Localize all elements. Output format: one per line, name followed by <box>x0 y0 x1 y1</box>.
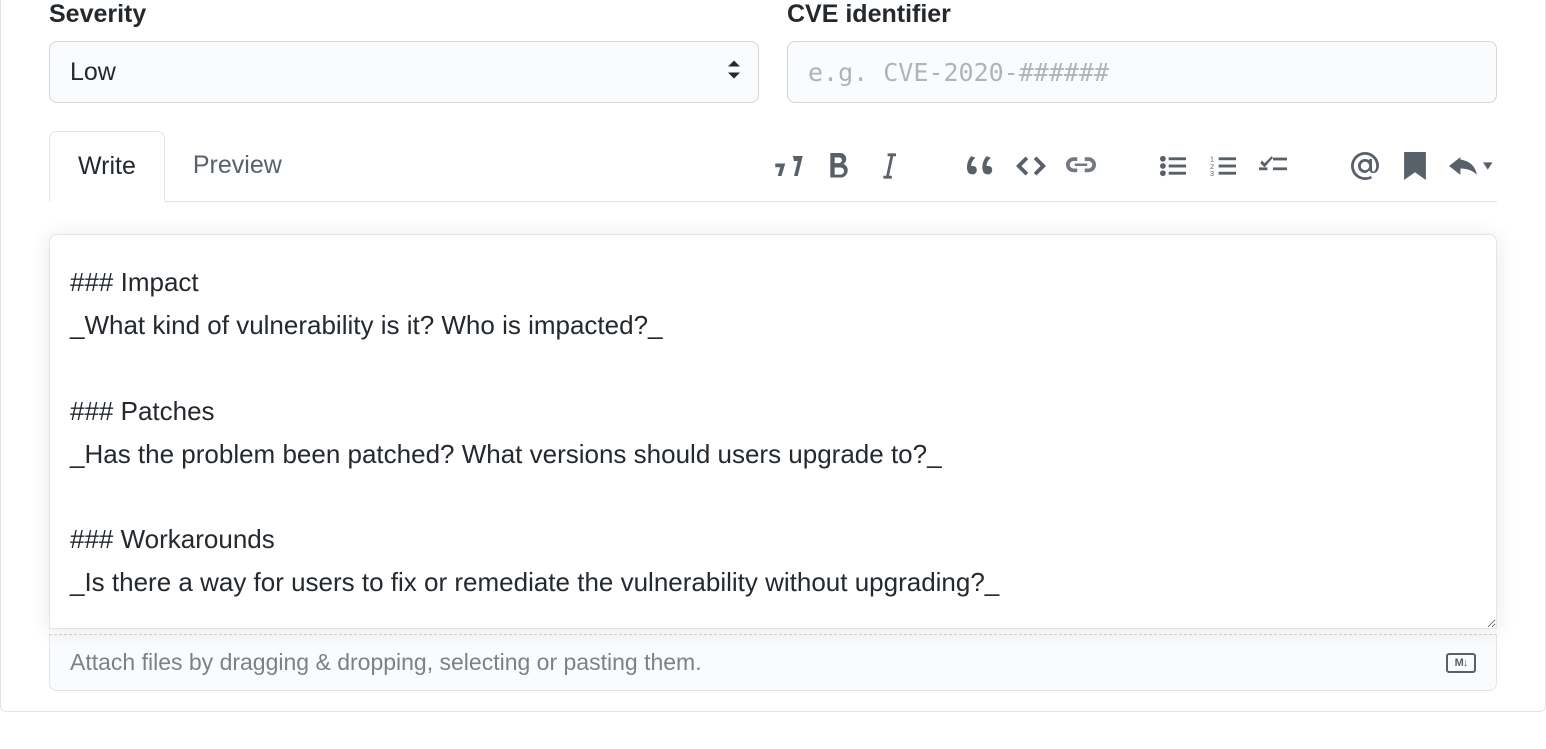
tasklist-icon <box>1259 155 1287 177</box>
editor-body: Attach files by dragging & dropping, sel… <box>49 202 1497 691</box>
editor-container: Write Preview <box>49 131 1497 691</box>
heading-button[interactable] <box>773 150 805 182</box>
editor-tabs-bar: Write Preview <box>49 131 1497 202</box>
reply-button[interactable] <box>1449 150 1493 182</box>
tab-write[interactable]: Write <box>49 131 165 202</box>
attach-bar[interactable]: Attach files by dragging & dropping, sel… <box>49 634 1497 691</box>
quote-button[interactable] <box>965 150 997 182</box>
editor-tabs: Write Preview <box>49 131 310 202</box>
link-button[interactable] <box>1065 150 1097 182</box>
cve-input[interactable] <box>787 41 1497 103</box>
mention-button[interactable] <box>1349 150 1381 182</box>
svg-text:3: 3 <box>1210 169 1214 177</box>
link-icon <box>1066 155 1096 177</box>
list-ordered-icon: 123 <box>1210 155 1236 177</box>
description-textarea[interactable] <box>49 234 1497 629</box>
text-size-icon <box>774 153 804 179</box>
ordered-list-button[interactable]: 123 <box>1207 150 1239 182</box>
severity-group: Severity Low <box>49 0 759 103</box>
quote-icon <box>967 155 995 177</box>
italic-button[interactable] <box>873 150 905 182</box>
bold-button[interactable] <box>823 150 855 182</box>
editor-toolbar: 123 <box>773 150 1497 182</box>
tab-preview[interactable]: Preview <box>165 131 310 202</box>
list-unordered-icon <box>1160 155 1186 177</box>
advisory-form: Severity Low CVE identifier Write Previe… <box>0 0 1546 712</box>
chevron-down-icon <box>1483 162 1493 170</box>
unordered-list-button[interactable] <box>1157 150 1189 182</box>
code-icon <box>1016 155 1046 177</box>
severity-select[interactable]: Low <box>49 41 759 103</box>
bookmark-icon <box>1404 152 1426 180</box>
task-list-button[interactable] <box>1257 150 1289 182</box>
reply-icon <box>1449 155 1479 177</box>
severity-select-wrapper: Low <box>49 41 759 103</box>
italic-icon <box>882 153 896 179</box>
markdown-icon[interactable]: M↓ <box>1446 653 1476 673</box>
bold-icon <box>828 153 850 179</box>
cve-label: CVE identifier <box>787 0 1497 29</box>
attach-hint: Attach files by dragging & dropping, sel… <box>70 649 702 676</box>
cve-group: CVE identifier <box>787 0 1497 103</box>
form-row: Severity Low CVE identifier <box>49 0 1497 103</box>
saved-reply-button[interactable] <box>1399 150 1431 182</box>
severity-label: Severity <box>49 0 759 29</box>
mention-icon <box>1351 152 1379 180</box>
code-button[interactable] <box>1015 150 1047 182</box>
